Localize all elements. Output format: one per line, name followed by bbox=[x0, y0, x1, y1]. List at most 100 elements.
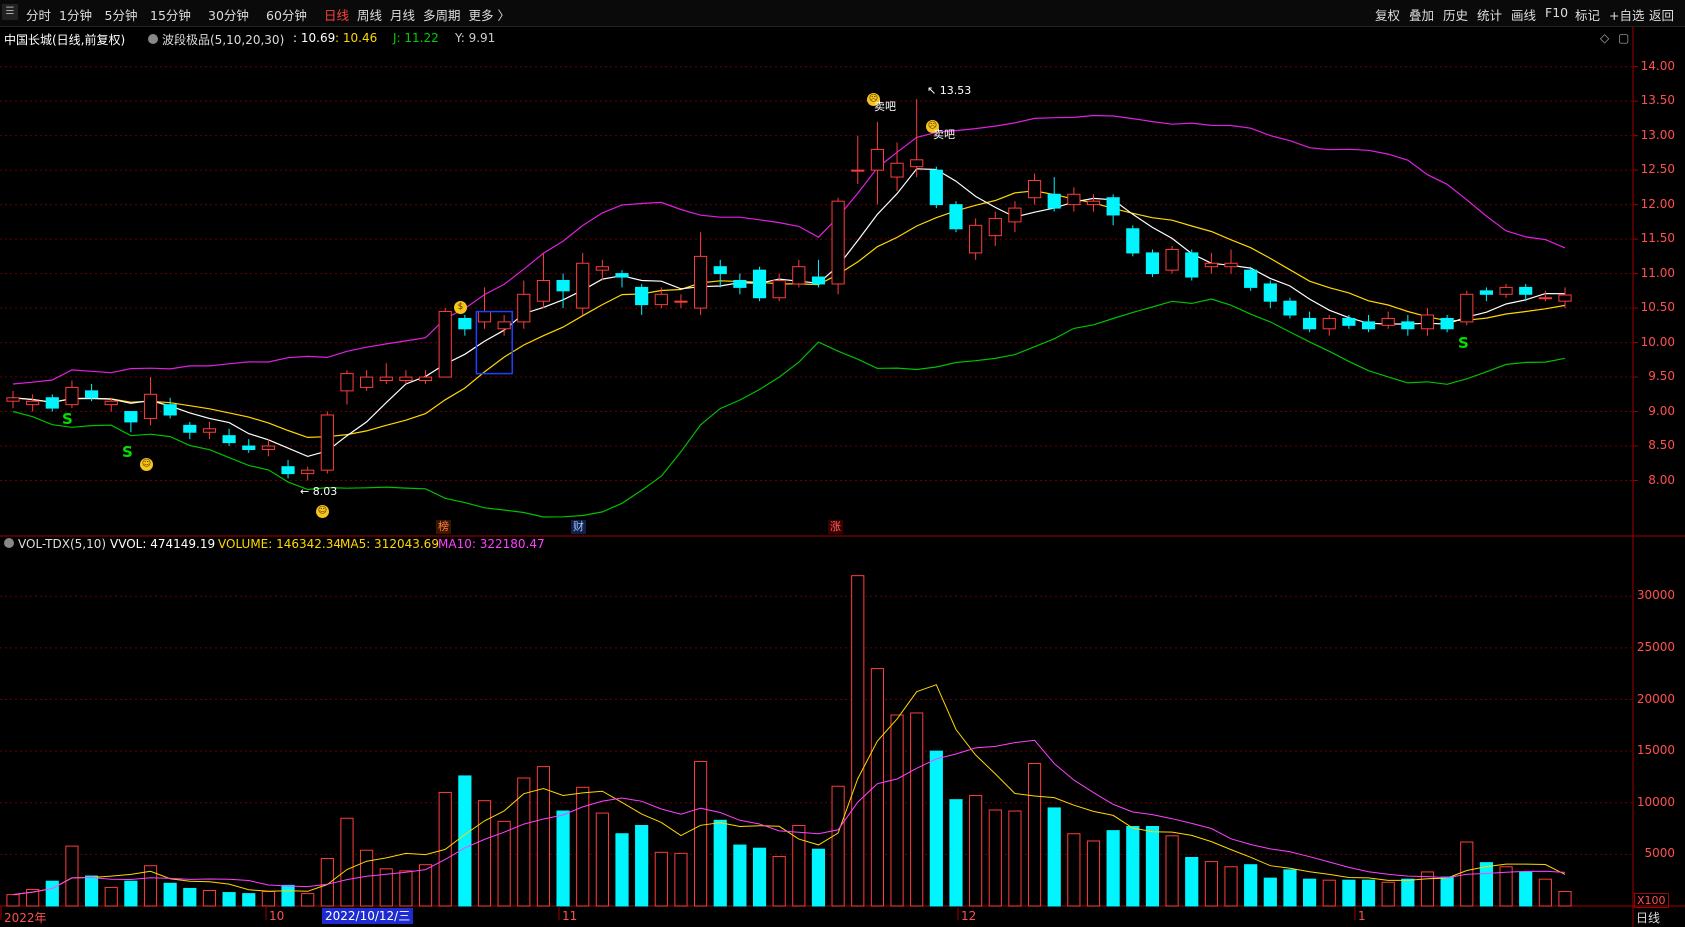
candle-body bbox=[143, 393, 158, 419]
volume-bar bbox=[1401, 878, 1415, 907]
volume-tick-label: 20000 bbox=[1636, 691, 1675, 706]
price-tick-label: 12.00 bbox=[1640, 196, 1675, 211]
volume-bar bbox=[458, 775, 472, 907]
volume-bar bbox=[320, 858, 334, 907]
event-marker-bang[interactable]: 榜 bbox=[436, 520, 451, 534]
candle-body bbox=[1047, 193, 1061, 209]
candle-body bbox=[792, 266, 806, 285]
volume-bar bbox=[654, 851, 668, 907]
candle-body bbox=[1145, 252, 1160, 275]
top-toolbar: ☰ 分时 1分钟 5分钟 15分钟 30分钟 60分钟 日线 周线 月线 多周期 更多 〉 复权 叠加历… bbox=[0, 0, 1685, 27]
volume-bar bbox=[1283, 869, 1297, 907]
volume-bar bbox=[1145, 826, 1160, 907]
volume-bar bbox=[576, 786, 590, 907]
period-tab-8[interactable]: 月线 bbox=[390, 5, 415, 24]
volume-bar bbox=[890, 714, 904, 907]
candle-body bbox=[536, 280, 551, 302]
toolbar-button-2[interactable]: 历史 bbox=[1443, 5, 1468, 24]
candle-body bbox=[84, 390, 99, 399]
xaxis-label: 1 bbox=[1358, 909, 1366, 923]
candle-body bbox=[65, 386, 79, 406]
period-tab-5[interactable]: 60分钟 bbox=[266, 5, 307, 24]
toolbar-button-3[interactable]: 统计 bbox=[1477, 5, 1502, 24]
volume-indicator[interactable]: VOL-TDX(5,10) bbox=[4, 537, 106, 551]
candle-body bbox=[1401, 321, 1415, 330]
price-tick-label: 13.00 bbox=[1640, 127, 1675, 142]
period-tab-6[interactable]: 日线 bbox=[324, 5, 349, 24]
volume-bar bbox=[733, 844, 747, 907]
candle-body bbox=[1086, 200, 1101, 206]
volume-value: VOLUME: 146342.34 bbox=[218, 537, 341, 551]
candle-body bbox=[242, 445, 256, 450]
volume-bar bbox=[1479, 862, 1494, 907]
volume-bar bbox=[65, 845, 79, 907]
period-tab-4[interactable]: 30分钟 bbox=[208, 5, 249, 24]
volume-bar bbox=[635, 824, 649, 907]
period-tab-9[interactable]: 多周期 bbox=[423, 5, 461, 24]
candle-body bbox=[261, 445, 275, 450]
volume-bar bbox=[1165, 835, 1179, 907]
candle-body bbox=[890, 162, 904, 178]
candle-body bbox=[1499, 286, 1513, 295]
price-tick-label: 8.50 bbox=[1648, 438, 1675, 453]
candle-body bbox=[772, 280, 786, 299]
candle-body bbox=[851, 169, 865, 172]
gear-icon[interactable] bbox=[4, 538, 14, 548]
candle-body bbox=[438, 311, 452, 378]
toolbar-button-1[interactable]: 叠加 bbox=[1409, 5, 1434, 24]
candle-body bbox=[752, 269, 767, 299]
period-tab-3[interactable]: 15分钟 bbox=[150, 5, 191, 24]
event-marker-zhang[interactable]: 涨 bbox=[828, 520, 843, 534]
period-label[interactable]: 日线 bbox=[1636, 909, 1660, 926]
candle-body bbox=[340, 373, 354, 392]
event-marker-cai[interactable]: 财 bbox=[571, 520, 586, 534]
volume-bar bbox=[1263, 877, 1277, 907]
period-tab-2[interactable]: 5分钟 bbox=[105, 5, 138, 24]
candle-body bbox=[6, 397, 20, 402]
toolbar-button-0[interactable]: 复权 bbox=[1375, 5, 1400, 24]
period-tab-7[interactable]: 周线 bbox=[357, 5, 382, 24]
candle-body bbox=[635, 286, 649, 306]
candle-body bbox=[379, 376, 393, 382]
period-tab-1[interactable]: 1分钟 bbox=[59, 5, 92, 24]
candle-body bbox=[576, 262, 590, 309]
period-tab-0[interactable]: 分时 bbox=[26, 5, 51, 24]
volume-bar bbox=[772, 855, 786, 907]
upper-band-line bbox=[12, 114, 1566, 385]
volume-bar bbox=[1047, 807, 1061, 907]
chart-canvas[interactable] bbox=[0, 27, 1685, 927]
period-tab-10[interactable]: 更多 〉 bbox=[469, 5, 510, 24]
candle-body bbox=[104, 400, 118, 406]
low-price-label: ← 8.03 bbox=[300, 485, 338, 498]
toolbar-button-4[interactable]: 画线 bbox=[1511, 5, 1536, 24]
candle-body bbox=[674, 300, 688, 303]
price-tick-label: 9.50 bbox=[1648, 369, 1675, 384]
smile-face-icon: ☺ bbox=[316, 505, 329, 518]
candle-body bbox=[1027, 179, 1042, 199]
candle-body bbox=[1420, 314, 1435, 330]
candle-body bbox=[124, 411, 138, 423]
candle-body bbox=[301, 469, 315, 475]
candle-body bbox=[1460, 293, 1474, 323]
price-tick-label: 10.50 bbox=[1640, 300, 1675, 315]
toolbar-button-7[interactable]: +自选 bbox=[1609, 5, 1644, 24]
candle-body bbox=[1322, 317, 1336, 330]
toolbar-button-6[interactable]: 标记 bbox=[1575, 5, 1600, 24]
toolbar-button-8[interactable]: 返回 bbox=[1649, 5, 1674, 24]
volume-tick-label: 25000 bbox=[1636, 639, 1675, 654]
candle-body bbox=[360, 376, 374, 388]
volume-bar bbox=[1519, 871, 1533, 907]
candle-body bbox=[1519, 286, 1533, 295]
price-tick-label: 11.00 bbox=[1640, 265, 1675, 280]
volume-bar bbox=[222, 892, 236, 907]
xaxis-label: 10 bbox=[269, 909, 285, 923]
volume-bar bbox=[615, 833, 629, 907]
toolbar-button-5[interactable]: F10 bbox=[1545, 5, 1568, 20]
volume-bar bbox=[595, 812, 609, 907]
app-menu-icon[interactable]: ☰ bbox=[2, 4, 18, 20]
volume-bar bbox=[556, 810, 570, 907]
volume-tick-label: 15000 bbox=[1636, 743, 1675, 758]
volume-bar bbox=[1185, 856, 1199, 907]
volume-bar bbox=[1224, 866, 1238, 907]
volume-bar bbox=[969, 795, 983, 907]
